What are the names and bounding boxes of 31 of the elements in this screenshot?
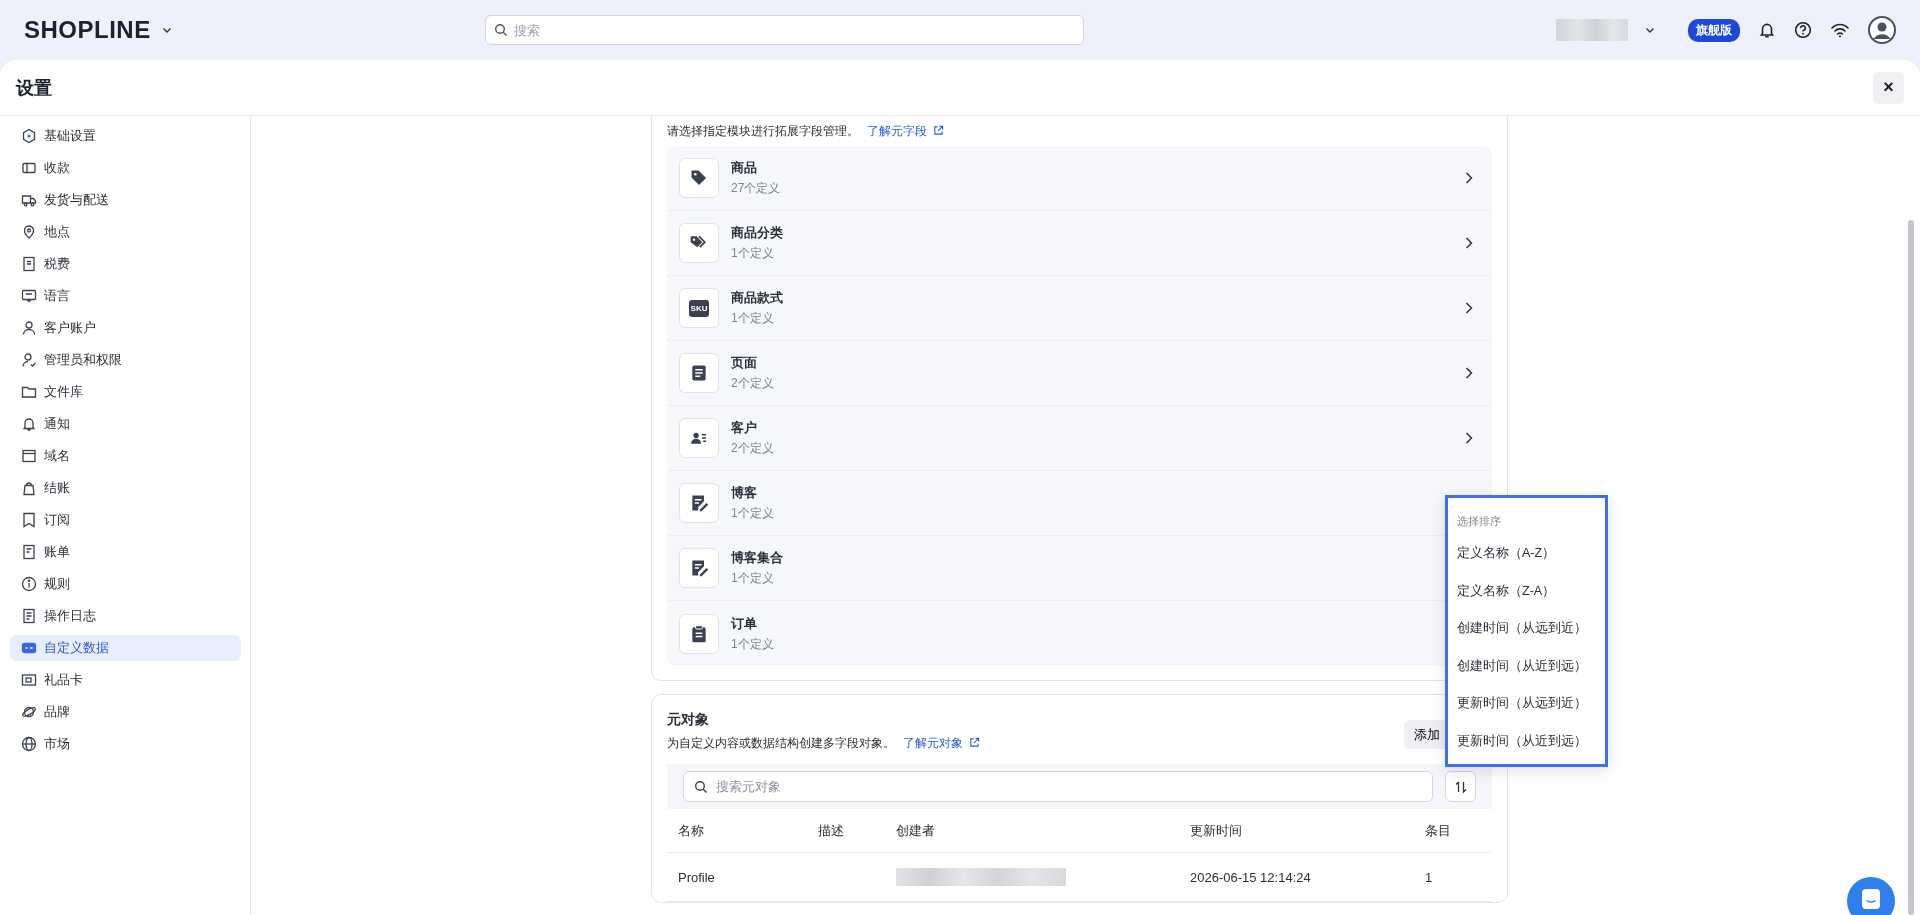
module-name: 商品 bbox=[731, 159, 758, 177]
module-name: 页面 bbox=[731, 354, 758, 372]
table-cell-text: 1 bbox=[1425, 869, 1434, 885]
definition-count: 1个定义 bbox=[731, 245, 775, 262]
definition-count: 1个定义 bbox=[731, 505, 774, 522]
table-cell-text: Profile bbox=[678, 869, 716, 885]
module-name: 商品分类 bbox=[731, 224, 783, 242]
description-text: 为自定义内容或数据结构创建多字段对象。 了解元对象 bbox=[667, 735, 980, 752]
column-header: 创建者 bbox=[896, 821, 936, 840]
column-header: 更新时间 bbox=[1190, 821, 1243, 840]
plan-badge: 旗舰版 bbox=[1688, 18, 1740, 42]
menu-title: 选择排序 bbox=[1457, 514, 1501, 529]
module-name: 博客集合 bbox=[731, 549, 783, 567]
table-cell-text: 2026-06-15 12:14:24 bbox=[1190, 869, 1312, 885]
description-text: 请选择指定模块进行拓展字段管理。 了解元字段 bbox=[667, 122, 944, 140]
sku-icon: SKU bbox=[688, 299, 710, 317]
module-name: 客户 bbox=[731, 419, 758, 437]
definition-count: 1个定义 bbox=[731, 570, 775, 587]
definition-count: 1个定义 bbox=[731, 310, 775, 327]
column-header: 描述 bbox=[818, 821, 845, 840]
module-name: 博客 bbox=[731, 484, 758, 502]
definition-count: 2个定义 bbox=[731, 440, 774, 457]
module-name: 商品款式 bbox=[731, 289, 783, 307]
definition-count: 1个定义 bbox=[731, 635, 774, 653]
modal-title: 设置 bbox=[16, 76, 52, 100]
module-name: 订单 bbox=[731, 614, 758, 633]
section-title: 元对象 bbox=[667, 711, 710, 729]
definition-count: 27个定义 bbox=[731, 180, 781, 197]
column-header: 条目 bbox=[1425, 821, 1452, 840]
column-header: 名称 bbox=[678, 821, 705, 840]
definition-count: 2个定义 bbox=[731, 375, 774, 392]
